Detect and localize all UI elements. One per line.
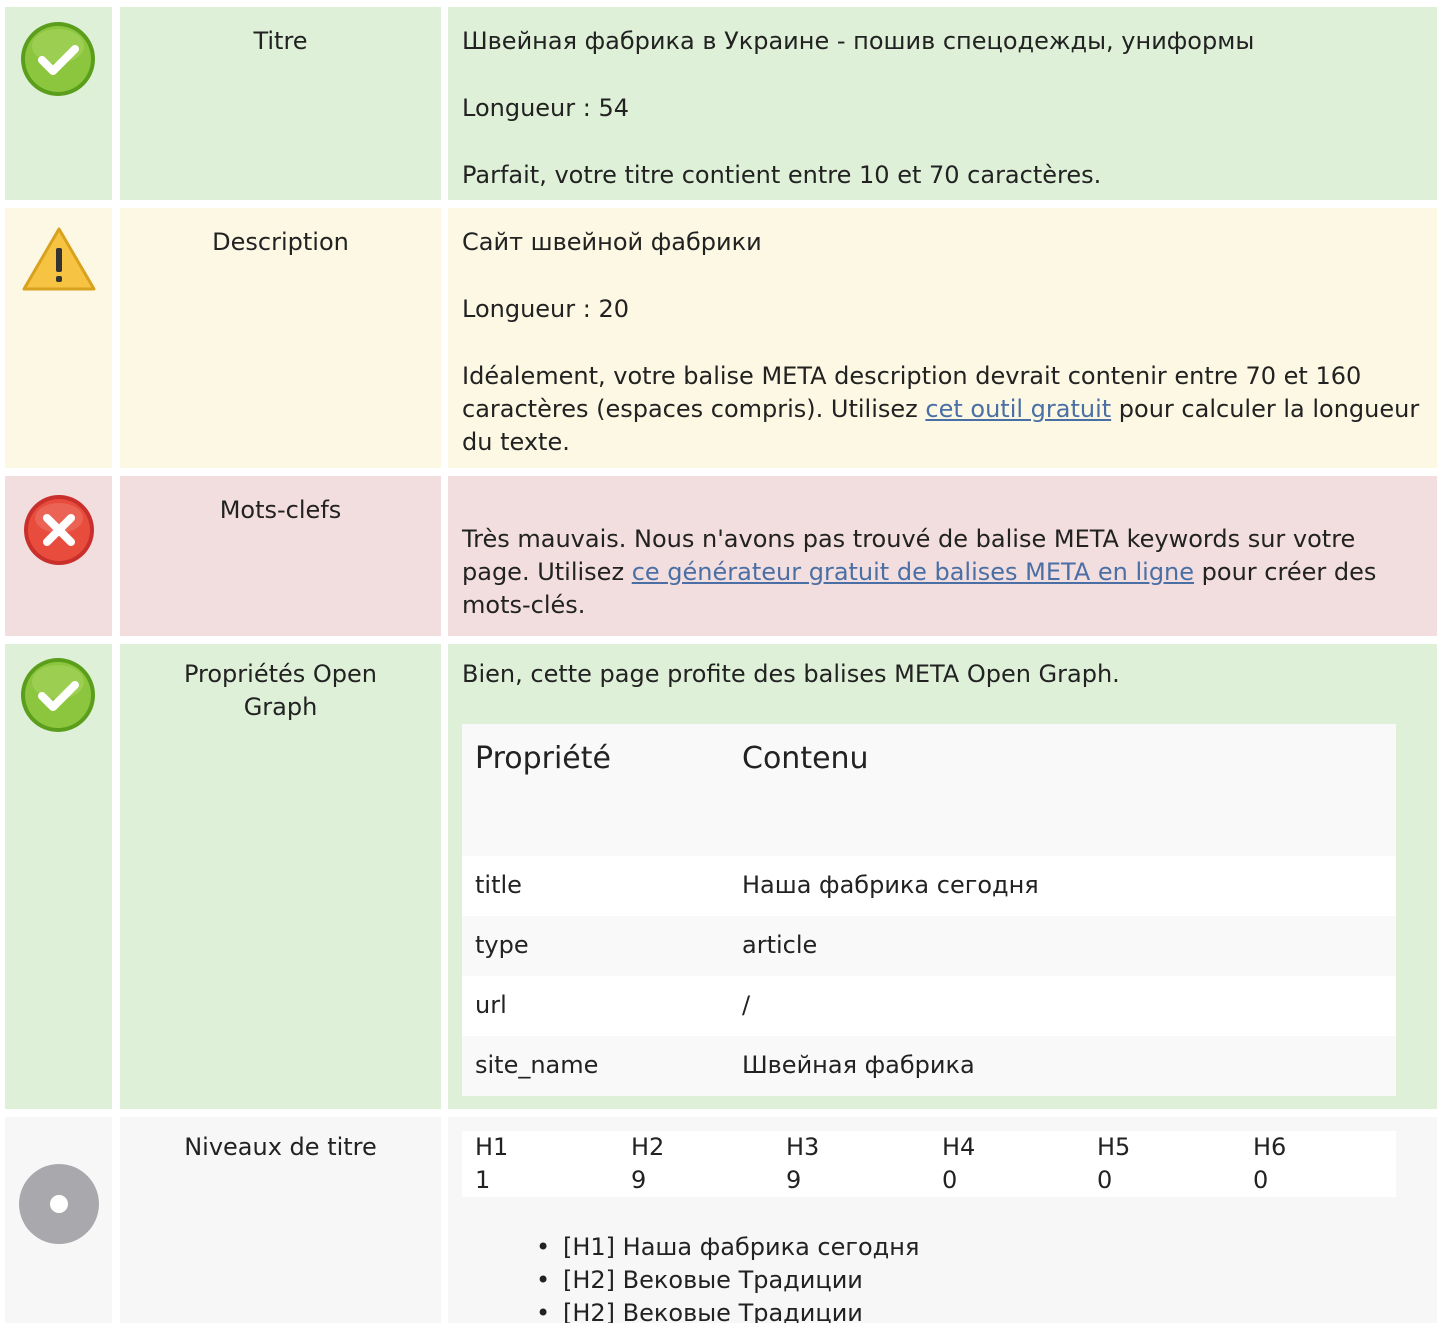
keywords-message: Très mauvais. Nous n'avons pas trouvé de… (462, 523, 1423, 622)
list-item: [H2] Вековые Традиции (536, 1297, 919, 1323)
header-property: Propriété (475, 741, 611, 776)
headings-list: [H1] Наша фабрика сегодня [H2] Вековые Т… (536, 1231, 919, 1323)
title-length: Longueur : 54 (462, 94, 630, 122)
seo-row-description: Description Сайт швейной фабрики Longueu… (0, 208, 1442, 468)
row-label: Description (120, 208, 441, 468)
check-icon (21, 22, 95, 96)
meta-generator-link[interactable]: ce générateur gratuit de balises META en… (632, 558, 1194, 586)
heading-level-count: 0 (942, 1166, 958, 1194)
opengraph-table: Propriété Contenu title Наша фабрика сег… (462, 724, 1396, 1096)
label-text: Propriétés Open Graph (183, 660, 378, 721)
heading-level-count: 9 (631, 1166, 647, 1194)
row-content: / (742, 991, 751, 1019)
heading-level-name: H2 (631, 1133, 665, 1161)
list-item: [H2] Вековые Традиции (536, 1264, 919, 1297)
row-content: Швейная фабрика в Украине - пошив спецод… (448, 7, 1437, 200)
row-property: url (475, 991, 507, 1019)
heading-level: H3 9 (786, 1131, 936, 1197)
title-value: Швейная фабрика в Украине - пошив спецод… (462, 27, 1255, 55)
check-icon (21, 658, 95, 732)
headings-count-table: H1 1 H2 9 H3 9 H4 0 H5 0 H6 0 (462, 1131, 1396, 1197)
heading-level: H2 9 (631, 1131, 781, 1197)
list-item: [H1] Наша фабрика сегодня (536, 1231, 919, 1264)
heading-level: H1 1 (475, 1131, 625, 1197)
row-content: Bien, cette page profite des balises MET… (448, 644, 1437, 1109)
table-row: title Наша фабрика сегодня (462, 856, 1396, 916)
heading-level-count: 0 (1253, 1166, 1269, 1194)
error-icon (24, 495, 94, 565)
heading-level-count: 1 (475, 1166, 491, 1194)
row-content: Сайт швейной фабрики Longueur : 20 Idéal… (448, 208, 1437, 468)
heading-level-name: H5 (1097, 1133, 1131, 1161)
row-label: Titre (120, 7, 441, 200)
heading-level-name: H1 (475, 1133, 509, 1161)
status-cell (5, 1117, 112, 1323)
seo-row-keywords: Mots-clefs Très mauvais. Nous n'avons pa… (0, 476, 1442, 636)
row-property: type (475, 931, 529, 959)
header-content: Contenu (742, 741, 869, 776)
seo-row-headings: Niveaux de titre H1 1 H2 9 H3 9 H4 0 H5 … (0, 1117, 1442, 1323)
table-body: title Наша фабрика сегодня type article … (462, 856, 1396, 1096)
row-label: Propriétés Open Graph (120, 644, 441, 1109)
table-row: site_name Швейная фабрика (462, 1036, 1396, 1096)
row-label: Niveaux de titre (120, 1117, 441, 1323)
row-content: H1 1 H2 9 H3 9 H4 0 H5 0 H6 0 • [H1] Наш… (448, 1117, 1437, 1323)
heading-level-count: 9 (786, 1166, 802, 1194)
table-header: Propriété Contenu (462, 724, 1396, 856)
row-label: Mots-clefs (120, 476, 441, 636)
table-row: url / (462, 976, 1396, 1036)
opengraph-message: Bien, cette page profite des balises MET… (462, 660, 1120, 688)
heading-level-name: H6 (1253, 1133, 1287, 1161)
heading-level: H4 0 (942, 1131, 1092, 1197)
row-content: Наша фабрика сегодня (742, 871, 1039, 899)
status-cell (5, 208, 112, 468)
status-cell (5, 476, 112, 636)
tool-link[interactable]: cet outil gratuit (925, 395, 1111, 423)
heading-level-count: 0 (1097, 1166, 1113, 1194)
description-message: Idéalement, votre balise META descriptio… (462, 360, 1423, 459)
row-content: article (742, 931, 818, 959)
seo-row-opengraph: Propriétés Open Graph Bien, cette page p… (0, 644, 1442, 1109)
row-property: title (475, 871, 522, 899)
heading-level-name: H4 (942, 1133, 976, 1161)
row-content: Très mauvais. Nous n'avons pas trouvé de… (448, 476, 1437, 636)
status-cell (5, 644, 112, 1109)
seo-row-title: Titre Швейная фабрика в Украине - пошив … (0, 7, 1442, 200)
warning-icon (22, 227, 96, 291)
heading-level-name: H3 (786, 1133, 820, 1161)
info-icon (19, 1164, 99, 1244)
status-cell (5, 7, 112, 200)
row-property: site_name (475, 1051, 599, 1079)
heading-level: H6 0 (1253, 1131, 1403, 1197)
description-value: Сайт швейной фабрики (462, 228, 762, 256)
title-message: Parfait, votre titre contient entre 10 e… (462, 161, 1102, 189)
heading-level: H5 0 (1097, 1131, 1247, 1197)
description-length: Longueur : 20 (462, 295, 630, 323)
table-row: type article (462, 916, 1396, 976)
row-content: Швейная фабрика (742, 1051, 975, 1079)
